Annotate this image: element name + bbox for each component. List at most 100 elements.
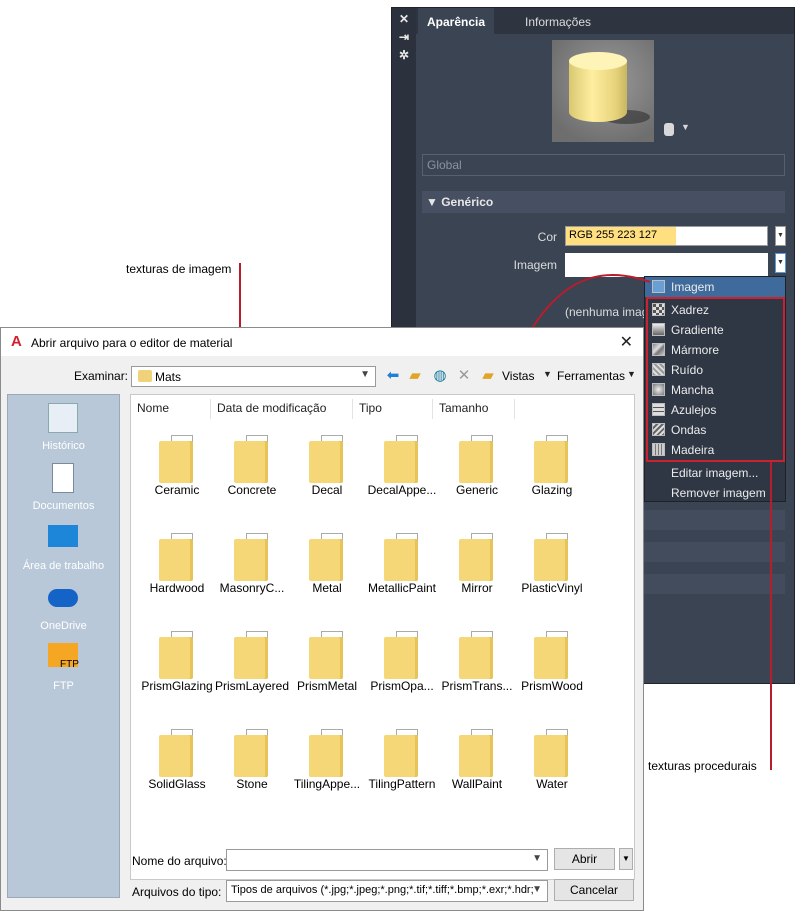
cancel-button[interactable]: Cancelar	[554, 879, 634, 901]
image-none-text: (nenhuma imagem)	[565, 305, 645, 319]
column-tipo[interactable]: Tipo	[353, 399, 433, 419]
new-folder-icon[interactable]: ▰	[479, 367, 497, 385]
tools-menu[interactable]: Ferramentas	[557, 369, 625, 383]
file-list[interactable]: Nome Data de modificação Tipo Tamanho Ce…	[130, 394, 635, 880]
folder-icon	[159, 637, 193, 679]
history-icon	[48, 403, 78, 433]
file-item[interactable]: Ceramic	[137, 431, 217, 511]
file-item[interactable]: Metal	[287, 529, 367, 609]
color-value: RGB 255 223 127	[569, 229, 658, 241]
menu-item-imagem[interactable]: Imagem	[645, 277, 785, 297]
ftp-badge: FTP	[60, 659, 79, 670]
file-item[interactable]: Generic	[437, 431, 517, 511]
file-item[interactable]: TilingAppe...	[287, 725, 367, 805]
folder-icon	[309, 539, 343, 581]
folder-icon	[534, 637, 568, 679]
look-in-value: Mats	[155, 370, 182, 384]
file-item[interactable]: PrismTrans...	[437, 627, 517, 707]
folder-icon	[384, 441, 418, 483]
open-button[interactable]: Abrir	[554, 848, 615, 870]
chevron-down-icon: ▼	[532, 884, 542, 895]
column-tamanho[interactable]: Tamanho	[433, 399, 515, 419]
folder-icon	[234, 637, 268, 679]
back-arrow-icon[interactable]: ⬅	[384, 367, 402, 385]
file-item[interactable]: PlasticVinyl	[512, 529, 592, 609]
filetype-value: Tipos de arquivos (*.jpg;*.jpeg;*.png;*.…	[231, 884, 533, 896]
chevron-down-icon[interactable]: ▼	[543, 369, 552, 379]
up-folder-icon[interactable]: ▰	[406, 367, 424, 385]
file-item[interactable]: PrismWood	[512, 627, 592, 707]
search-web-icon[interactable]: ◍	[431, 367, 449, 385]
folder-icon	[309, 441, 343, 483]
tab-informacoes[interactable]: Informações	[516, 8, 600, 34]
file-item[interactable]: PrismOpa...	[362, 627, 442, 707]
folder-icon	[159, 539, 193, 581]
folder-icon	[234, 735, 268, 777]
preview-shape-icon[interactable]	[664, 123, 674, 136]
folder-icon	[234, 539, 268, 581]
preview-shape-dropdown-icon[interactable]: ▼	[681, 122, 690, 132]
collapse-icon[interactable]: ⇥	[396, 30, 412, 44]
file-item[interactable]: Stone	[212, 725, 292, 805]
chevron-down-icon[interactable]: ▼	[627, 369, 636, 379]
file-item[interactable]: MetallicPaint	[362, 529, 442, 609]
file-item[interactable]: Glazing	[512, 431, 592, 511]
close-icon[interactable]: ✕	[620, 332, 633, 352]
folder-icon	[384, 735, 418, 777]
file-item[interactable]: PrismMetal	[287, 627, 367, 707]
documents-icon	[52, 463, 74, 493]
file-item[interactable]: DecalAppe...	[362, 431, 442, 511]
folder-icon	[159, 735, 193, 777]
file-name: PrismWood	[521, 679, 583, 693]
file-item[interactable]: Water	[512, 725, 592, 805]
tab-aparencia[interactable]: Aparência	[418, 8, 495, 34]
chevron-down-icon: ▼	[360, 369, 370, 380]
image-texture-icon	[652, 280, 665, 293]
cor-label: Cor	[537, 230, 557, 244]
delete-icon[interactable]: ✕	[455, 367, 473, 385]
folder-icon	[384, 637, 418, 679]
file-item[interactable]: PrismGlazing	[137, 627, 217, 707]
look-in-dropdown[interactable]: Mats ▼	[131, 366, 376, 387]
autocad-logo-icon: A	[11, 333, 22, 350]
chevron-down-icon[interactable]: ▼	[532, 853, 542, 864]
close-icon[interactable]: ✕	[396, 12, 412, 26]
menu-item-editar-imagem[interactable]: Editar imagem...	[645, 463, 785, 483]
procedural-textures-callout: texturas procedurais	[648, 759, 757, 773]
filename-input[interactable]: ▼	[226, 849, 548, 871]
file-item[interactable]: SolidGlass	[137, 725, 217, 805]
file-item[interactable]: WallPaint	[437, 725, 517, 805]
file-item[interactable]: Decal	[287, 431, 367, 511]
settings-icon[interactable]: ✲	[396, 48, 412, 62]
filetype-dropdown[interactable]: Tipos de arquivos (*.jpg;*.jpeg;*.png;*.…	[226, 880, 548, 902]
file-item[interactable]: Mirror	[437, 529, 517, 609]
dialog-titlebar[interactable]: A Abrir arquivo para o editor de materia…	[1, 328, 643, 356]
column-nome[interactable]: Nome	[131, 399, 211, 419]
file-item[interactable]: TilingPattern	[362, 725, 442, 805]
folder-icon	[138, 370, 152, 382]
file-item[interactable]: MasonryC...	[212, 529, 292, 609]
file-name: Glazing	[531, 483, 573, 497]
image-slot[interactable]	[565, 253, 768, 277]
folder-icon	[534, 735, 568, 777]
folder-icon	[534, 441, 568, 483]
file-item[interactable]: Concrete	[212, 431, 292, 511]
material-preview-swatch[interactable]	[552, 40, 654, 142]
generic-section-header[interactable]: ▼ Genérico	[422, 191, 785, 213]
material-name-field[interactable]: Global	[422, 154, 785, 176]
folder-icon	[309, 735, 343, 777]
open-file-dialog: A Abrir arquivo para o editor de materia…	[0, 327, 644, 911]
imagem-label: Imagem	[513, 258, 557, 272]
image-textures-leader	[239, 263, 241, 327]
column-data[interactable]: Data de modificação	[211, 399, 353, 419]
folder-icon	[534, 539, 568, 581]
menu-item-remover-imagem[interactable]: Remover imagem	[645, 483, 785, 503]
folder-icon	[309, 637, 343, 679]
file-item[interactable]: PrismLayered	[212, 627, 292, 707]
views-menu[interactable]: Vistas	[502, 369, 534, 383]
file-item[interactable]: Hardwood	[137, 529, 217, 609]
color-field[interactable]: RGB 255 223 127	[565, 226, 768, 246]
color-dropdown-button[interactable]: ▼	[775, 226, 786, 246]
open-options-dropdown[interactable]: ▼	[619, 848, 633, 870]
image-dropdown-button[interactable]: ▼	[775, 253, 786, 273]
